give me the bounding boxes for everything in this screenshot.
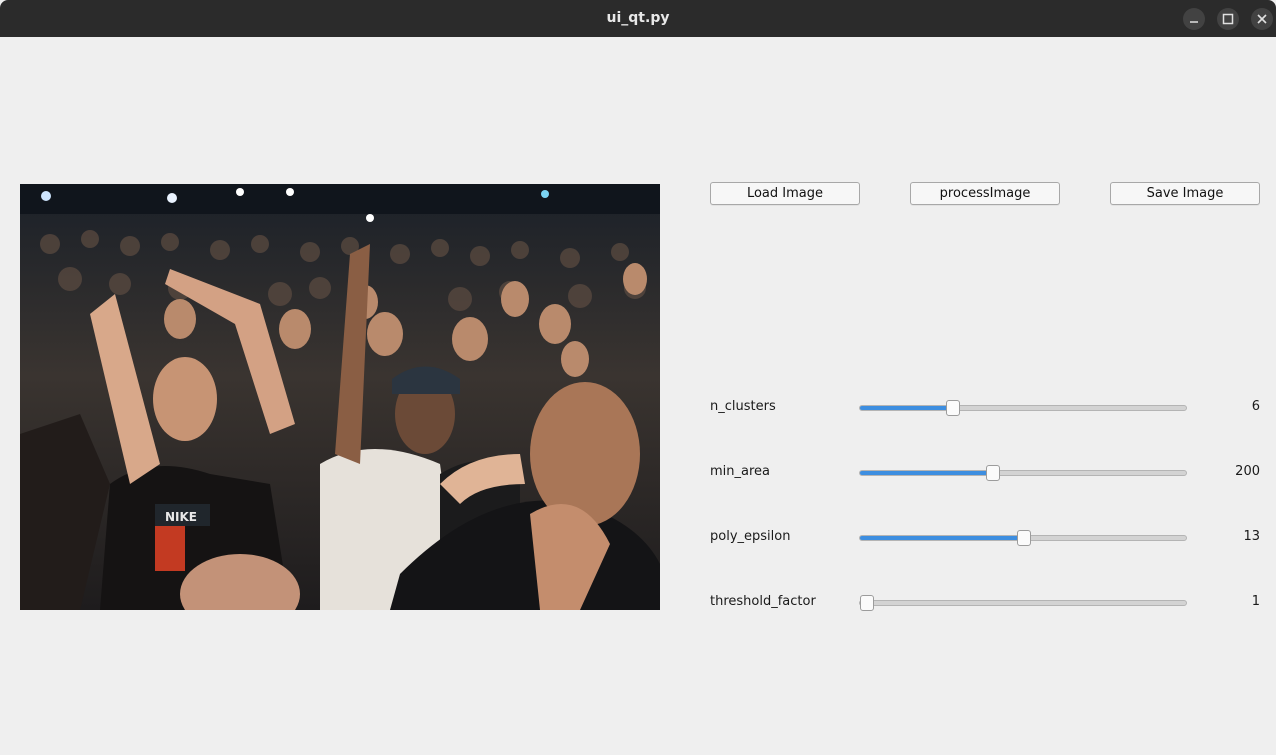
threshold-factor-slider[interactable]: [859, 595, 1187, 611]
param-label: n_clusters: [710, 399, 776, 414]
load-image-button[interactable]: Load Image: [710, 182, 860, 205]
minimize-icon: [1190, 21, 1198, 23]
concert-crowd-image: NIKE: [20, 184, 660, 610]
process-image-button[interactable]: processImage: [910, 182, 1060, 205]
title-bar: ui_qt.py: [0, 0, 1276, 37]
image-preview: NIKE: [20, 184, 660, 610]
save-image-button[interactable]: Save Image: [1110, 182, 1260, 205]
close-button[interactable]: [1251, 8, 1273, 30]
param-value: 6: [1251, 399, 1260, 414]
slider-fill: [860, 536, 1023, 540]
param-value: 13: [1243, 529, 1260, 544]
close-icon: [1257, 14, 1267, 24]
main-window: NIKE Load Image processImage Save Image …: [0, 37, 1276, 755]
slider-handle[interactable]: [860, 595, 874, 611]
param-label: min_area: [710, 464, 771, 479]
slider-handle[interactable]: [946, 400, 960, 416]
param-label: threshold_factor: [710, 594, 816, 609]
slider-fill: [860, 471, 992, 475]
param-value: 1: [1251, 594, 1260, 609]
poly-epsilon-slider[interactable]: [859, 530, 1187, 546]
maximize-icon: [1222, 13, 1234, 25]
param-value: 200: [1235, 464, 1260, 479]
svg-text:NIKE: NIKE: [165, 510, 197, 524]
param-label: poly_epsilon: [710, 529, 791, 544]
slider-handle[interactable]: [986, 465, 1000, 481]
maximize-button[interactable]: [1217, 8, 1239, 30]
window-title: ui_qt.py: [606, 10, 670, 26]
n-clusters-slider[interactable]: [859, 400, 1187, 416]
slider-handle[interactable]: [1017, 530, 1031, 546]
min-area-slider[interactable]: [859, 465, 1187, 481]
slider-fill: [860, 406, 952, 410]
minimize-button[interactable]: [1183, 8, 1205, 30]
